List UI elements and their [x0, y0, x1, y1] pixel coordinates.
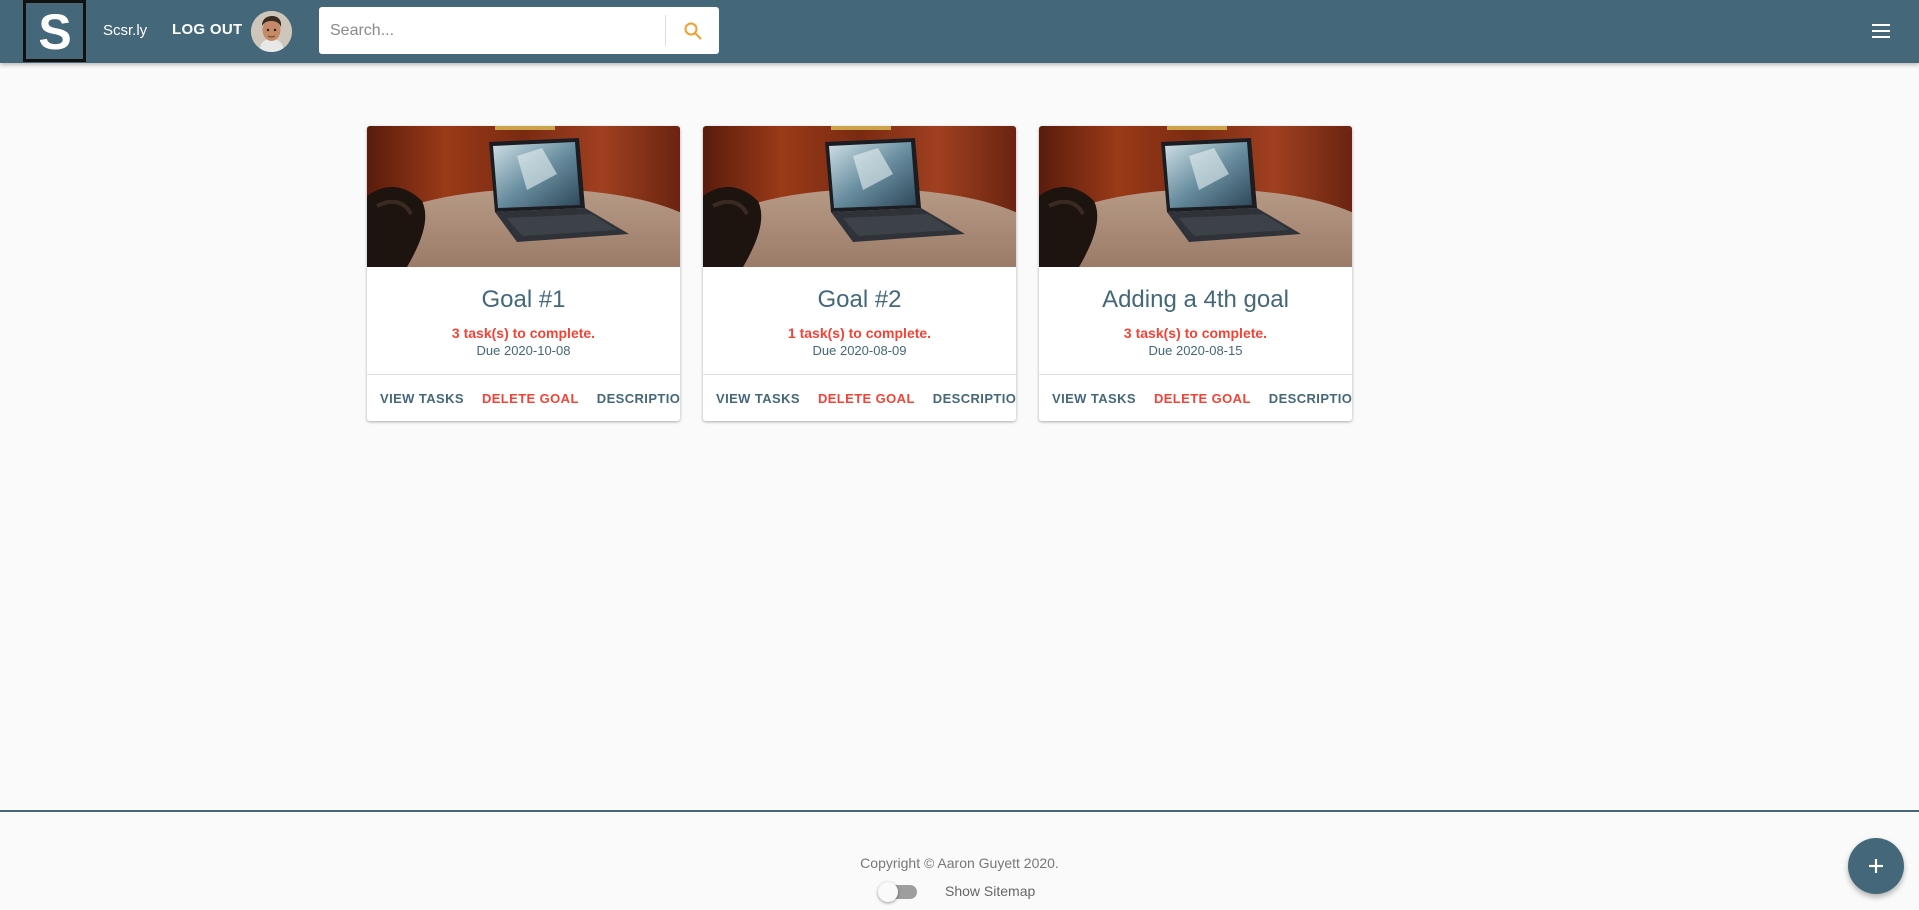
top-navbar: S Scsr.ly LOG OUT: [0, 0, 1919, 63]
menu-line: [1872, 36, 1890, 38]
toggle-knob: [878, 882, 898, 902]
goal-card-image: [1039, 126, 1352, 267]
goal-due-date: Due 2020-10-08: [476, 343, 571, 358]
sitemap-toggle-label: Show Sitemap: [945, 883, 1036, 899]
copyright-text: Copyright © Aaron Guyett 2020.: [860, 855, 1059, 871]
goal-card: Goal #1 3 task(s) to complete. Due 2020-…: [367, 126, 680, 421]
description-button[interactable]: DESCRIPTION: [1262, 391, 1352, 406]
goal-task-count: 1 task(s) to complete.: [787, 325, 932, 341]
goal-card-actions: VIEW TASKS DELETE GOAL DESCRIPTION: [367, 375, 680, 421]
goal-title: Adding a 4th goal: [1102, 286, 1289, 313]
svg-text:S: S: [38, 7, 71, 55]
logout-button[interactable]: LOG OUT: [172, 21, 242, 38]
goal-title: Goal #1: [481, 286, 566, 313]
search-icon: [684, 22, 701, 39]
goal-card-image: [703, 126, 1016, 267]
view-tasks-button[interactable]: VIEW TASKS: [709, 391, 807, 406]
logo-s-icon: S: [38, 7, 71, 55]
goal-task-count: 3 task(s) to complete.: [1123, 325, 1268, 341]
delete-goal-button[interactable]: DELETE GOAL: [811, 391, 922, 406]
search-input[interactable]: [319, 7, 665, 54]
add-goal-button[interactable]: [1848, 838, 1904, 894]
user-avatar-icon: [251, 11, 292, 52]
goal-card-actions: VIEW TASKS DELETE GOAL DESCRIPTION: [1039, 375, 1352, 421]
logo[interactable]: S: [23, 0, 86, 62]
goal-card: Adding a 4th goal 3 task(s) to complete.…: [1039, 126, 1352, 421]
brand-link[interactable]: Scsr.ly: [103, 22, 147, 39]
search-button[interactable]: [666, 7, 719, 54]
plus-icon: [1869, 859, 1883, 873]
sitemap-toggle[interactable]: [878, 882, 917, 902]
page-footer: Copyright © Aaron Guyett 2020. Show Site…: [0, 810, 1919, 910]
goal-due-date: Due 2020-08-09: [812, 343, 907, 358]
goal-due-date: Due 2020-08-15: [1148, 343, 1243, 358]
goal-card: Goal #2 1 task(s) to complete. Due 2020-…: [703, 126, 1016, 421]
goal-card-actions: VIEW TASKS DELETE GOAL DESCRIPTION: [703, 375, 1016, 421]
description-button[interactable]: DESCRIPTION: [926, 391, 1016, 406]
delete-goal-button[interactable]: DELETE GOAL: [475, 391, 586, 406]
goal-task-count: 3 task(s) to complete.: [451, 325, 596, 341]
avatar[interactable]: [251, 11, 292, 52]
view-tasks-button[interactable]: VIEW TASKS: [1045, 391, 1143, 406]
goal-card-image: [367, 126, 680, 267]
description-button[interactable]: DESCRIPTION: [590, 391, 680, 406]
menu-line: [1872, 24, 1890, 26]
goal-title: Goal #2: [817, 286, 902, 313]
delete-goal-button[interactable]: DELETE GOAL: [1147, 391, 1258, 406]
view-tasks-button[interactable]: VIEW TASKS: [373, 391, 471, 406]
search-bar: [319, 7, 719, 54]
hamburger-menu-icon[interactable]: [1872, 20, 1894, 42]
menu-line: [1872, 30, 1890, 32]
